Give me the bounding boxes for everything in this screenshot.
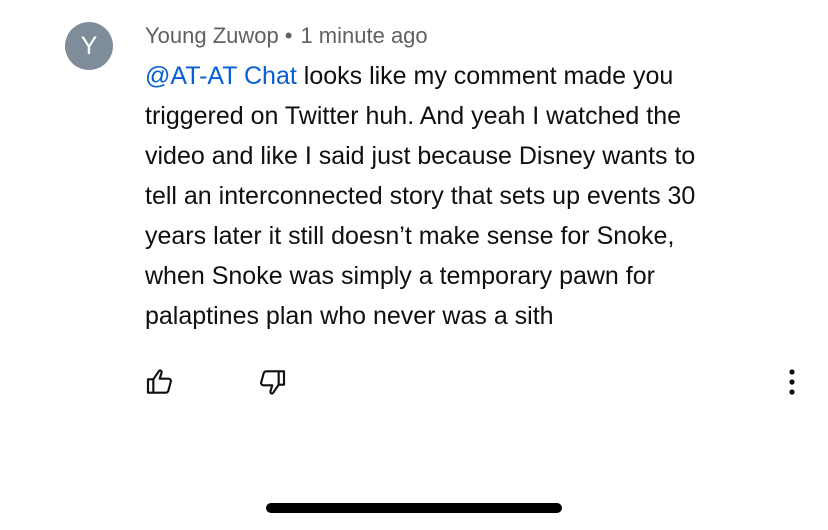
meta-separator: • [284, 23, 293, 48]
comment-body: @AT-AT Chat looks like my comment made y… [145, 56, 805, 336]
more-vertical-icon [789, 369, 795, 395]
avatar[interactable]: Y [65, 22, 113, 70]
home-indicator[interactable] [266, 503, 562, 513]
author-name[interactable]: Young Zuwop [145, 23, 279, 48]
dislike-button[interactable] [252, 362, 292, 402]
comment-timestamp: 1 minute ago [300, 23, 428, 48]
thumbs-down-icon [260, 370, 286, 395]
comment-header: Young Zuwop • 1 minute ago [145, 22, 428, 50]
comment-line-text: looks like my comment made you [296, 62, 674, 90]
comment-screen: Y Young Zuwop • 1 minute ago @AT-AT Chat l… [0, 0, 828, 530]
comment-line: years later it still doesn’t make sense … [145, 222, 675, 250]
comment-line: palaptines plan who never was a sith [145, 302, 554, 330]
comment-line: triggered on Twitter huh. And yeah I wat… [145, 102, 681, 130]
like-button[interactable] [140, 362, 180, 402]
comment-line: when Snoke was simply a temporary pawn f… [145, 262, 655, 290]
mention-link[interactable]: @AT-AT Chat [145, 62, 297, 90]
thumbs-up-icon [146, 369, 172, 394]
more-options-button[interactable] [776, 362, 808, 402]
comment-line: @AT-AT Chat looks like my comment made y… [145, 56, 805, 96]
comment-line: video and like I said just because Disne… [145, 142, 696, 170]
avatar-initial: Y [80, 31, 98, 60]
comment-line: tell an interconnected story that sets u… [145, 182, 696, 210]
